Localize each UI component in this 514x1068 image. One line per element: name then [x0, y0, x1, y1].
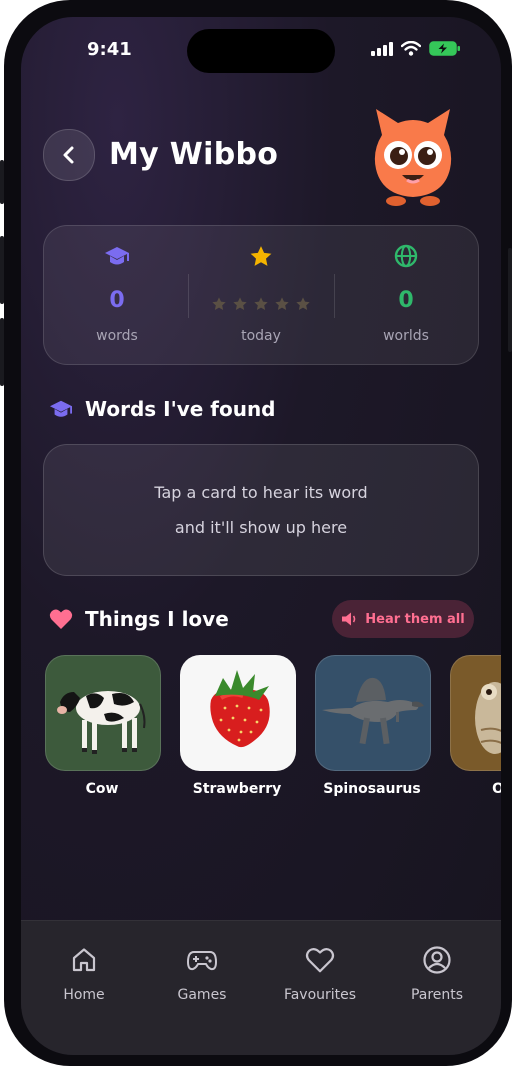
volume-up-button	[0, 236, 4, 304]
card-label-spinosaurus: Spinosaurus	[323, 781, 421, 797]
empty-state-line-1: Tap a card to hear its word	[154, 483, 368, 502]
words-found-title: Words I've found	[85, 397, 276, 421]
dynamic-island	[187, 29, 335, 73]
rating-star-icon	[254, 297, 268, 310]
rating-star-icon	[212, 297, 226, 310]
wifi-icon	[401, 41, 421, 56]
spinosaurus-image	[322, 677, 424, 745]
cow-image	[57, 691, 146, 754]
stats-card: 0 words today 0 worlds	[43, 225, 479, 365]
things-i-love-title: Things I love	[85, 607, 229, 631]
heart-icon	[49, 609, 73, 629]
signal-icon	[371, 41, 393, 56]
stat-worlds: 0 worlds	[336, 226, 476, 364]
hear-them-all-button[interactable]: Hear them all	[332, 600, 474, 638]
stat-today: today	[191, 226, 331, 364]
empty-state-line-2: and it'll show up here	[174, 518, 348, 537]
hear-them-all-label: Hear them all	[365, 611, 465, 627]
app-screen: 9:41 My Wibbo 0 words today 0 worlds Wor…	[21, 17, 501, 1055]
globe-icon	[394, 244, 418, 268]
page-title: My Wibbo	[109, 137, 279, 172]
card-label-cow: Cow	[85, 781, 119, 797]
battery-charging-icon	[429, 41, 460, 56]
owl-image	[475, 682, 501, 754]
home-icon	[72, 948, 96, 972]
strawberry-image	[210, 670, 270, 748]
volume-down-button	[0, 318, 4, 386]
worlds-count: 0	[398, 288, 414, 313]
heart-outline-icon	[305, 948, 335, 973]
tab-favourites[interactable]: Favourites	[265, 943, 375, 1003]
card-spinosaurus[interactable]	[315, 655, 431, 771]
status-bar: 9:41	[21, 17, 501, 77]
tab-favourites-label: Favourites	[283, 987, 357, 1003]
status-time: 9:41	[87, 39, 132, 60]
wibbo-mascot-icon	[374, 109, 452, 206]
tab-games-label: Games	[177, 987, 227, 1003]
today-stars	[191, 296, 331, 312]
things-i-love-heading: Things I love	[49, 607, 229, 631]
stat-words: 0 words	[47, 226, 187, 364]
tab-bar: Home Games Favourites Parents	[21, 920, 501, 1055]
graduation-cap-icon	[105, 247, 129, 265]
words-count: 0	[109, 288, 125, 313]
tab-parents-label: Parents	[410, 987, 464, 1003]
phone-frame: 9:41 My Wibbo 0 words today 0 worlds Wor…	[0, 0, 512, 1066]
gamepad-icon	[187, 951, 217, 971]
rating-star-icon	[296, 297, 310, 310]
chevron-left-icon	[63, 146, 74, 164]
card-cow[interactable]	[45, 655, 161, 771]
tab-games[interactable]: Games	[147, 943, 257, 1003]
rating-star-icon	[233, 297, 247, 310]
graduation-cap-icon	[50, 400, 72, 417]
user-circle-icon	[423, 946, 451, 974]
words-found-empty-state: Tap a card to hear its word and it'll sh…	[43, 444, 479, 576]
star-icon	[250, 246, 272, 266]
rating-star-icon	[275, 297, 289, 310]
words-found-heading: Words I've found	[49, 397, 276, 421]
card-label-strawberry: Strawberry	[192, 781, 282, 797]
worlds-label: worlds	[383, 328, 429, 344]
words-label: words	[96, 328, 138, 344]
tab-home[interactable]: Home	[29, 943, 139, 1003]
card-owl[interactable]	[450, 655, 501, 771]
speaker-icon	[342, 612, 356, 626]
tab-home-label: Home	[63, 987, 105, 1003]
tab-parents[interactable]: Parents	[382, 943, 492, 1003]
power-button	[508, 248, 512, 352]
mute-switch	[0, 160, 4, 204]
today-label: today	[241, 328, 281, 344]
card-label-owl: Owl	[492, 781, 501, 797]
back-button[interactable]	[43, 129, 95, 181]
card-strawberry[interactable]	[180, 655, 296, 771]
favourites-carousel[interactable]: Cow Strawberry Spinosaurus O	[45, 655, 501, 815]
